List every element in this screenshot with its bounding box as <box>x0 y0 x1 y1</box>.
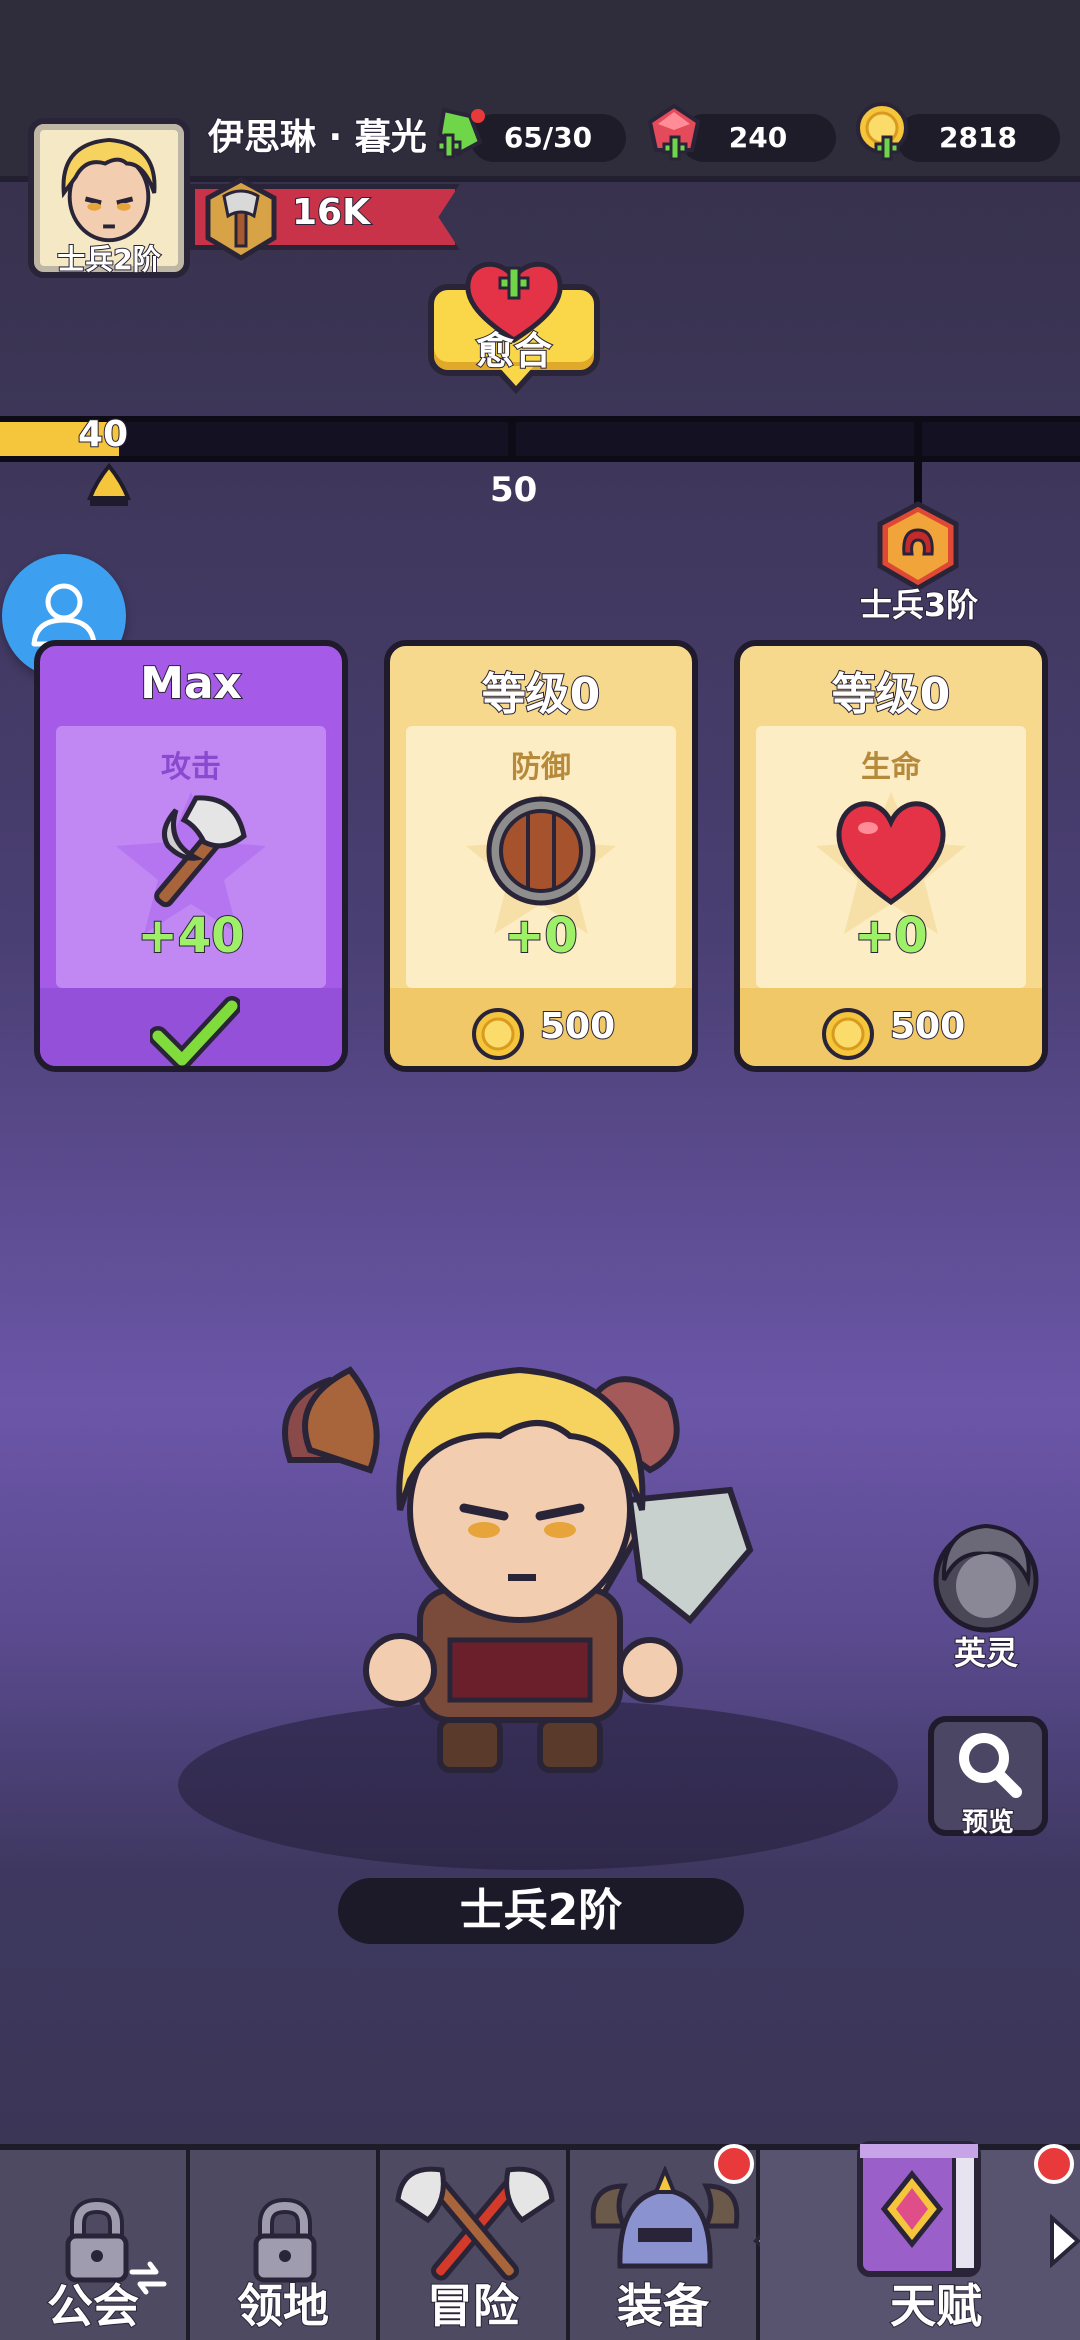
card-title: 等级0 <box>481 668 602 721</box>
rank-badge-icon <box>877 501 959 591</box>
axe-power-icon <box>205 177 277 261</box>
hero-character-icon <box>282 1366 754 1773</box>
player-avatar[interactable]: 士兵2阶 <box>28 118 190 278</box>
hero-portrait-icon <box>61 137 157 243</box>
progress-divider <box>508 416 516 462</box>
hero-rank-name: 士兵2阶 <box>459 1885 623 1936</box>
tab-label: 公会 <box>46 2278 140 2334</box>
health-upgrade-card[interactable]: 等级0 生命 +0 500 <box>734 640 1048 1072</box>
tab-guild[interactable]: 公会 <box>0 2150 190 2340</box>
tab-talent[interactable]: 天赋 <box>760 2141 1080 2340</box>
gold-counter: 2818 <box>896 114 1060 162</box>
tab-adventure[interactable]: 冒险 <box>380 2150 570 2340</box>
axe-icon <box>154 795 247 908</box>
tab-label: 天赋 <box>889 2278 983 2334</box>
card-stat-label: 攻击 <box>161 750 221 785</box>
talent-notification-badge <box>1034 2144 1074 2184</box>
preview-label: 预览 <box>961 1807 1015 1839</box>
checkmark-icon <box>150 996 240 1066</box>
power-value: 16K <box>291 191 371 234</box>
gold-add-icon[interactable] <box>852 100 916 164</box>
player-name: 伊思琳 · 暮光 <box>207 116 428 159</box>
upgrade-cost: 500 <box>889 1005 966 1048</box>
card-stat-label: 生命 <box>861 750 921 785</box>
rank-milestone-pole <box>914 420 922 510</box>
card-title: Max <box>139 657 243 710</box>
card-bonus-value: +0 <box>503 907 579 965</box>
gold-coin-icon <box>822 1008 874 1060</box>
shield-icon <box>486 796 596 906</box>
hero-spirit-label: 英灵 <box>953 1633 1019 1673</box>
progress-current-label: 40 <box>77 413 129 456</box>
gem-add-icon[interactable] <box>642 100 706 164</box>
card-stat-label: 防御 <box>511 750 571 785</box>
tab-territory[interactable]: 领地 <box>190 2150 380 2340</box>
gold-coin-icon <box>472 1008 524 1060</box>
attack-upgrade-card[interactable]: Max 攻击 +40 <box>34 640 348 1072</box>
next-rank-label: 士兵3阶 <box>859 585 979 625</box>
magnifier-icon <box>959 1733 1022 1798</box>
energy-add-icon[interactable] <box>430 102 494 166</box>
avatar-rank-label: 士兵2阶 <box>56 242 161 277</box>
heart-icon <box>836 801 946 906</box>
tab-label: 装备 <box>616 2278 710 2334</box>
upgrade-cost: 500 <box>539 1005 616 1048</box>
card-title: 等级0 <box>831 668 952 721</box>
progress-marker-icon <box>87 462 131 506</box>
equipment-notification-badge <box>714 2144 754 2184</box>
gem-value: 240 <box>728 121 788 154</box>
helmet-icon <box>590 2166 740 2269</box>
gold-value: 2818 <box>939 121 1017 154</box>
progress-next-label: 50 <box>490 470 538 510</box>
scroll-right-arrow-icon[interactable] <box>1048 2214 1080 2268</box>
card-bonus-value: +0 <box>853 907 929 965</box>
energy-value: 65/30 <box>503 121 593 154</box>
talent-book-icon <box>857 2141 981 2277</box>
heal-label: 愈合 <box>475 328 553 374</box>
defense-upgrade-card[interactable]: 等级0 防御 +0 500 <box>384 640 698 1072</box>
tab-label: 领地 <box>236 2278 330 2334</box>
tab-label: 冒险 <box>426 2278 520 2334</box>
card-bonus-value: +40 <box>136 907 245 965</box>
